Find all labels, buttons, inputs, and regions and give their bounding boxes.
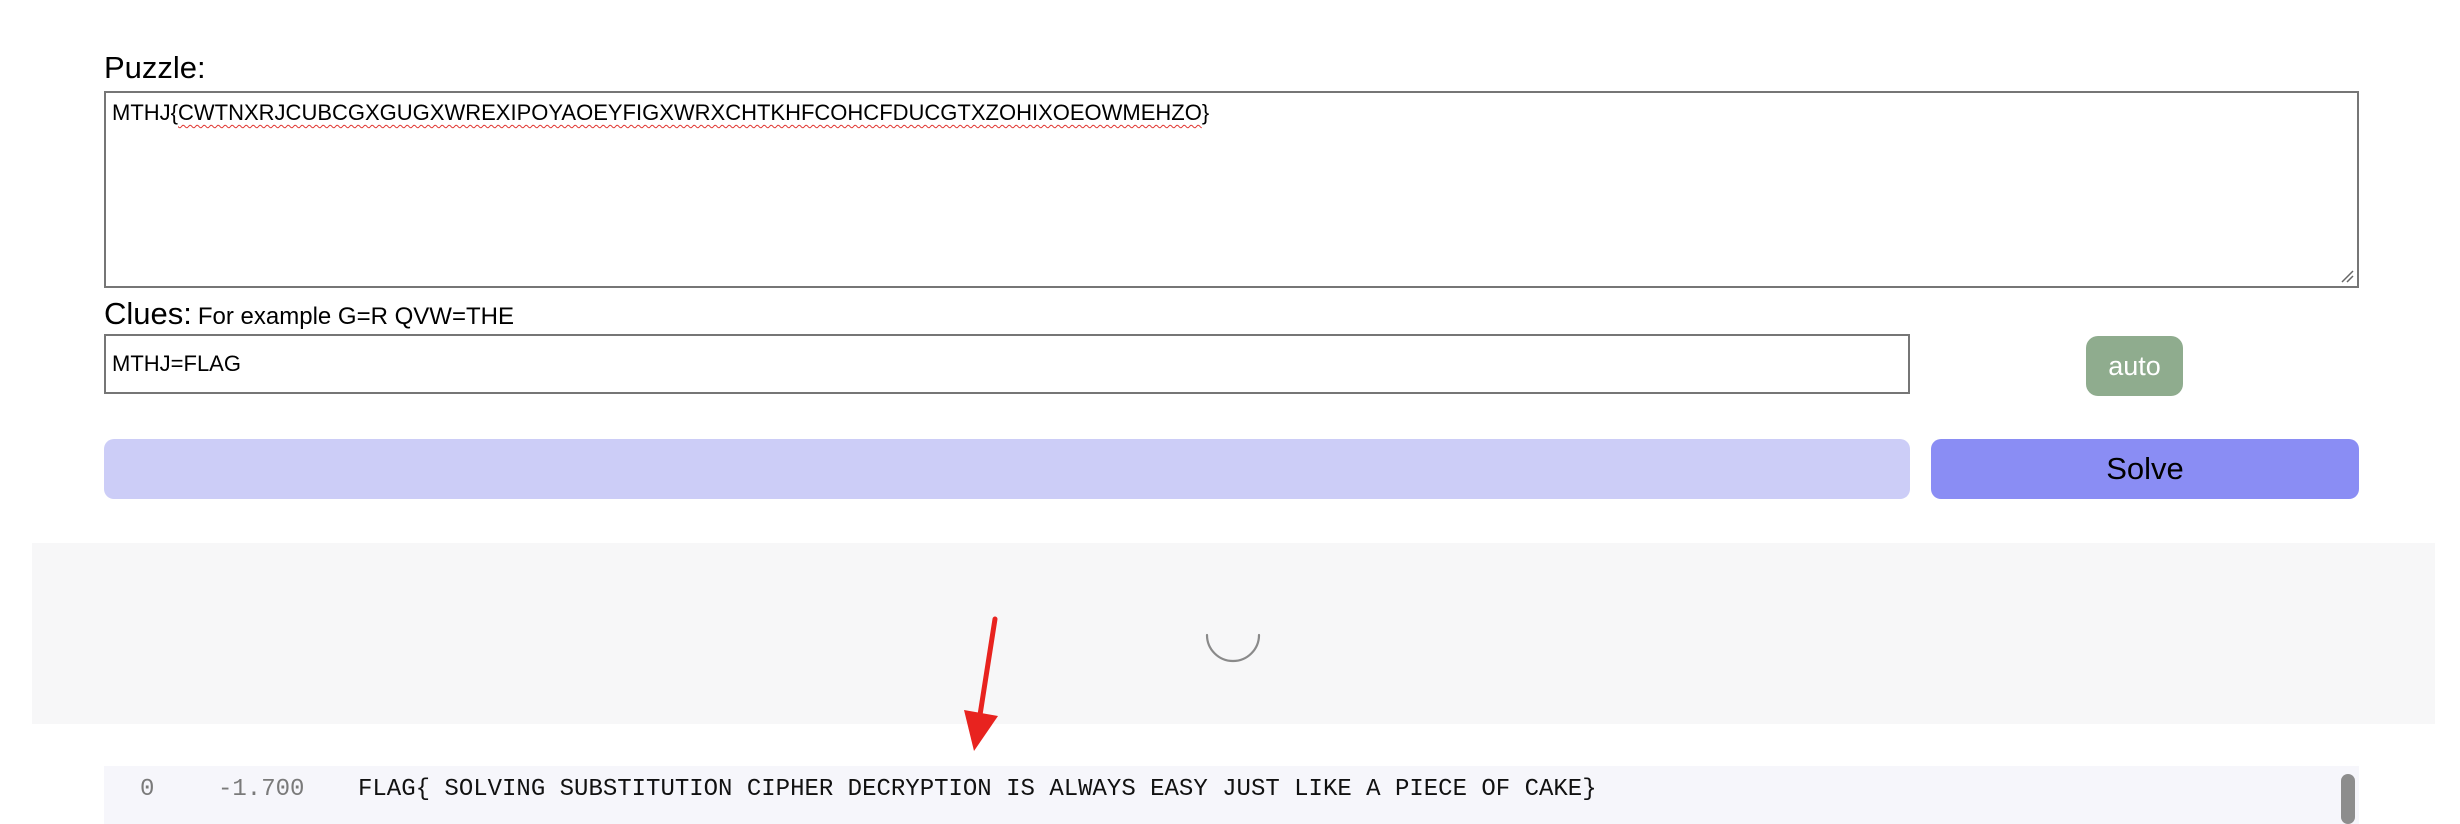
resize-grip-icon[interactable] [2340,269,2354,283]
results-scrollbar[interactable] [2341,774,2355,824]
solve-button[interactable]: Solve [1931,439,2359,499]
puzzle-text: MTHJ{CWTNXRJCUBCGXGUGXWREXIPOYAOEYFIGXWR… [112,100,1209,125]
clues-input[interactable] [104,334,1910,394]
progress-bar [104,439,1910,499]
clues-hint: For example G=R QVW=THE [197,303,514,330]
auto-button[interactable]: auto [2086,336,2183,396]
results-list: 0 -1.700 FLAG{ SOLVING SUBSTITUTION CIPH… [104,766,2359,824]
puzzle-label: Puzzle: [104,50,206,85]
result-index: 0 [140,776,155,803]
puzzle-prefix: MTHJ [112,100,171,125]
puzzle-ciphertext: CWTNXRJCUBCGXGUGXWREXIPOYAOEYFIGXWRXCHTK… [178,100,1202,125]
puzzle-open-brace: { [170,100,179,125]
page: Puzzle: MTHJ{CWTNXRJCUBCGXGUGXWREXIPOYAO… [0,0,2460,824]
clues-label-row: Clues: For example G=R QVW=THE [104,296,514,335]
loading-spinner-icon [1205,633,1261,663]
result-row[interactable]: 0 -1.700 FLAG{ SOLVING SUBSTITUTION CIPH… [104,766,2304,814]
result-plaintext: FLAG{ SOLVING SUBSTITUTION CIPHER DECRYP… [358,776,1597,803]
clues-label: Clues: [104,296,192,331]
result-score: -1.700 [218,776,305,803]
puzzle-textarea[interactable]: MTHJ{CWTNXRJCUBCGXGUGXWREXIPOYAOEYFIGXWR… [104,91,2359,288]
annotation-arrow-icon [964,616,998,751]
puzzle-close-brace: } [1201,100,1210,125]
